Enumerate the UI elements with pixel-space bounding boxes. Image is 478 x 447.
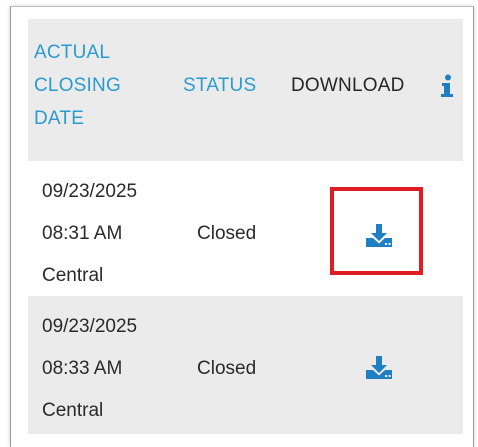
column-header-actual-closing-date-line3: DATE <box>34 108 85 129</box>
closing-time: 08:33 AM <box>42 358 123 379</box>
status-cell: Closed <box>197 223 257 244</box>
closing-date: 09/23/2025 <box>42 181 138 202</box>
column-header-actual-closing-date-line2: CLOSING <box>34 75 121 96</box>
closing-time: 08:31 AM <box>42 223 123 244</box>
download-icon[interactable] <box>364 354 394 380</box>
info-icon[interactable] <box>440 74 454 98</box>
actual-closing-date-cell: 09/23/2025 08:31 AM Central <box>42 171 137 297</box>
download-icon[interactable] <box>364 222 394 248</box>
column-header-status[interactable]: STATUS <box>183 69 256 102</box>
closing-date: 09/23/2025 <box>42 316 138 337</box>
column-header-actual-closing-date[interactable]: ACTUAL CLOSING DATE <box>34 36 154 135</box>
closing-timezone: Central <box>42 400 104 421</box>
actual-closing-date-cell: 09/23/2025 08:33 AM Central <box>42 306 137 432</box>
column-header-download: DOWNLOAD <box>291 75 405 96</box>
table-header: ACTUAL CLOSING DATE STATUS DOWNLOAD <box>28 19 463 161</box>
column-header-actual-closing-date-line1: ACTUAL <box>34 42 111 63</box>
table-row: 09/23/2025 08:33 AM Central Closed <box>28 296 463 434</box>
table-row: 09/23/2025 08:31 AM Central Closed <box>28 161 463 299</box>
closing-timezone: Central <box>42 265 104 286</box>
closings-table-panel: ACTUAL CLOSING DATE STATUS DOWNLOAD 09/2… <box>10 6 474 447</box>
status-cell: Closed <box>197 358 257 379</box>
